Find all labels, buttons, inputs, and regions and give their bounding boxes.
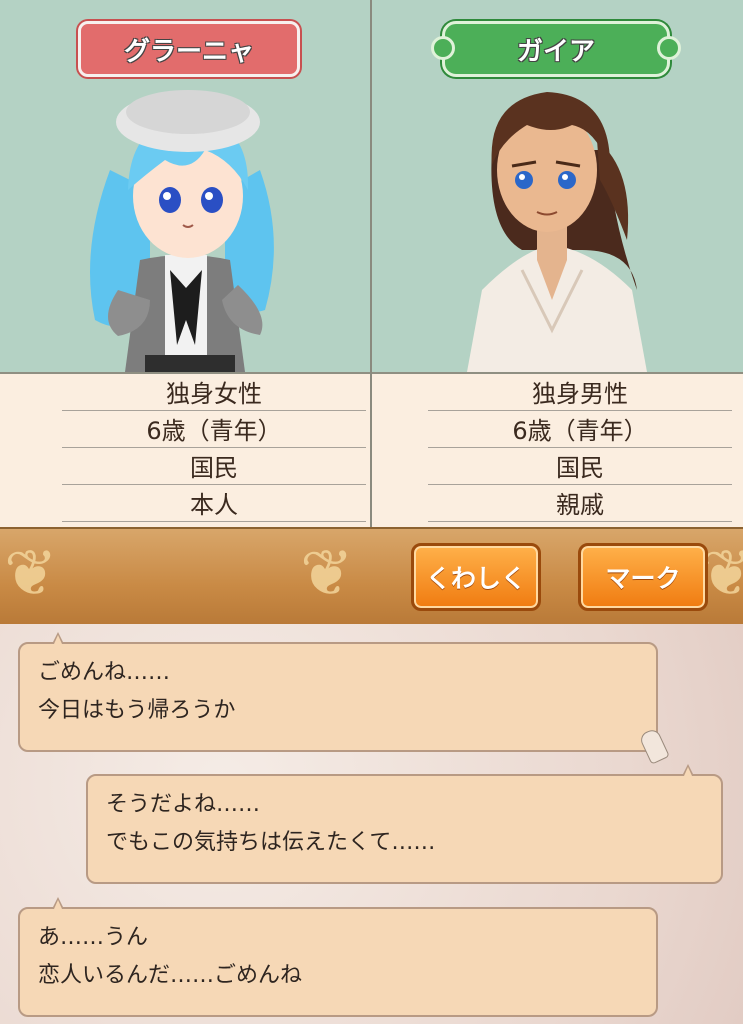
left-citizen-row: 国民	[62, 448, 366, 485]
mark-button-label: マーク	[605, 564, 681, 593]
details-button-label: くわしく	[425, 564, 526, 593]
right-character-panel: ガイア 独身男性 6歳（青年） 国民 親戚	[372, 0, 743, 527]
left-relation-row: 本人	[62, 485, 366, 522]
ornament-icon: ❦	[300, 537, 354, 611]
chat-line: あ……うん	[38, 925, 149, 950]
bubble-tail	[682, 764, 694, 776]
chat-bubble-right: そうだよね…… でもこの気持ちは伝えたくて……	[86, 764, 723, 884]
left-character-name-badge: グラーニャ	[78, 21, 300, 77]
chat-line: そうだよね……	[106, 792, 261, 817]
left-status-row: 独身女性	[62, 374, 366, 411]
conversation-area: ごめんね…… 今日はもう帰ろうか そうだよね…… でもこの気持ちは伝えたくて………	[0, 624, 743, 1024]
right-status-row: 独身男性	[428, 374, 732, 411]
right-relation-row: 親戚	[428, 485, 732, 522]
right-character-name-badge: ガイア	[431, 21, 681, 77]
right-character-info: 独身男性 6歳（青年） 国民 親戚	[372, 372, 743, 527]
chat-bubble-left: あ……うん 恋人いるんだ……ごめんね	[18, 897, 658, 1017]
chat-line: 今日はもう帰ろうか	[38, 698, 236, 723]
details-button[interactable]: くわしく	[411, 543, 541, 611]
chat-line: でもこの気持ちは伝えたくて……	[106, 830, 436, 855]
chat-bubble-left: ごめんね…… 今日はもう帰ろうか	[18, 632, 670, 765]
chat-line: ごめんね……	[38, 660, 171, 685]
next-page-indicator-icon[interactable]	[638, 727, 670, 765]
left-character-name: グラーニャ	[123, 36, 254, 67]
left-character-panel: グラーニャ 独身女性 6歳（青年） 国民 本人	[0, 0, 371, 527]
ornament-icon: ❦	[4, 537, 58, 611]
right-character-name: ガイア	[516, 36, 595, 67]
chat-line: 恋人いるんだ……ごめんね	[38, 963, 303, 988]
bubble-tail	[52, 632, 64, 644]
left-character-info: 独身女性 6歳（青年） 国民 本人	[0, 372, 371, 527]
right-citizen-row: 国民	[428, 448, 732, 485]
action-toolbar: ❦ ❦ ❦ くわしく マーク	[0, 527, 743, 626]
right-age-row: 6歳（青年）	[428, 411, 732, 448]
bubble-tail	[52, 897, 64, 909]
mark-button[interactable]: マーク	[578, 543, 708, 611]
left-age-row: 6歳（青年）	[62, 411, 366, 448]
